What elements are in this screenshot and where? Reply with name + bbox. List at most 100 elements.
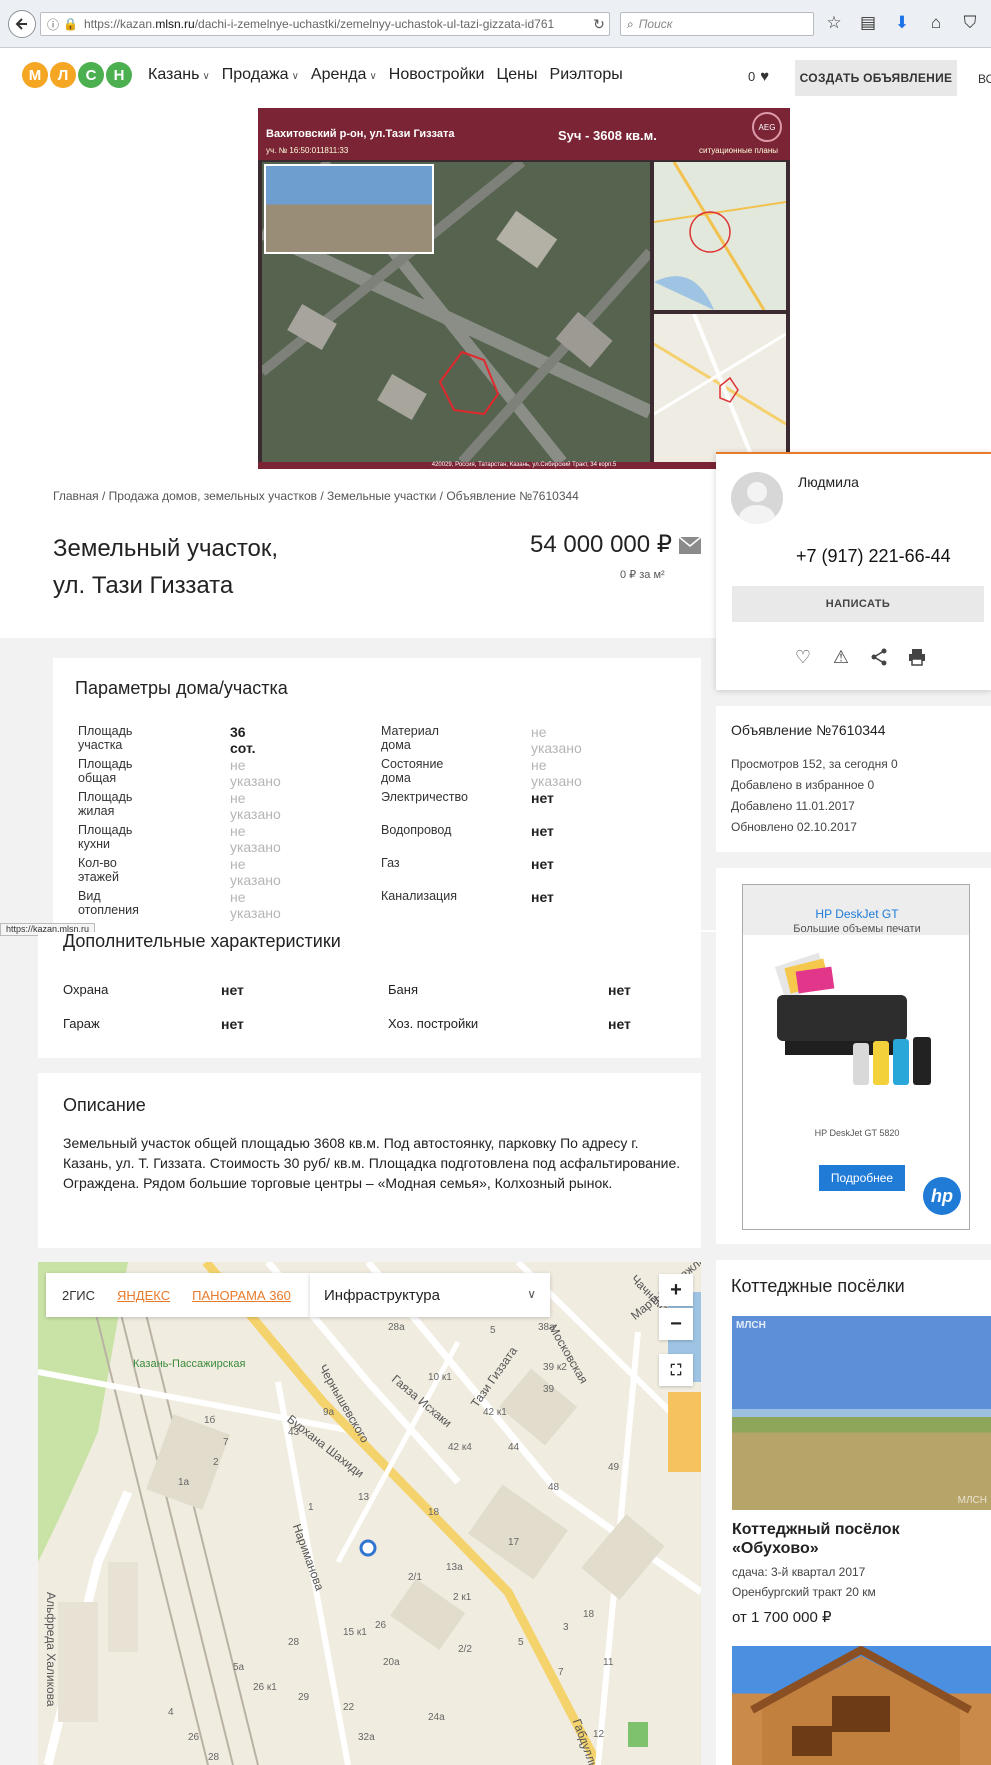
logo-letter: М xyxy=(22,62,48,88)
cottage-name[interactable]: Коттеджный посёлок «Обухово» xyxy=(732,1520,972,1558)
chevron-down-icon: ∨ xyxy=(527,1287,536,1301)
cottage-photo-2[interactable] xyxy=(732,1646,991,1765)
create-listing-button[interactable]: СОЗДАТЬ ОБЪЯВЛЕНИЕ xyxy=(795,60,957,96)
cottage-photo[interactable]: МЛСН МЛСН xyxy=(732,1316,991,1510)
nav-item-newbuilds[interactable]: Новостройки xyxy=(389,66,485,84)
heart-icon: ♥ xyxy=(760,68,770,85)
map-house-number: 26 xyxy=(375,1620,387,1631)
share-icon[interactable] xyxy=(868,646,890,668)
param-label: Площадь участка xyxy=(78,724,133,752)
map-house-number: 26 xyxy=(188,1732,200,1743)
agent-name: Людмила xyxy=(798,474,859,490)
nav-item-sale[interactable]: Продажа ∨ xyxy=(222,66,299,84)
map-house-number: 5а xyxy=(233,1662,245,1673)
params-card: Параметры дома/участка Площадь участка 36… xyxy=(53,658,701,930)
map-house-number: 12 xyxy=(593,1729,605,1740)
photo-watermark: МЛСН xyxy=(736,1320,766,1331)
search-icon: ⌕ xyxy=(627,16,634,31)
extra-label: Гараж xyxy=(63,1016,100,1031)
back-button[interactable] xyxy=(8,10,36,38)
listing-stats-card: Объявление №7610344 Просмотров 152, за с… xyxy=(716,706,991,852)
map-house-number: 48 xyxy=(548,1482,560,1493)
reload-button[interactable]: ↻ xyxy=(588,13,610,35)
address-bar[interactable]: ⓘ 🔒 https://kazan. mlsn.ru/dachi-i-zemeln… xyxy=(40,12,610,36)
hp-logo: hp xyxy=(923,1177,961,1215)
nav-item-rent[interactable]: Аренда ∨ xyxy=(311,66,377,84)
agent-phone[interactable]: +7 (917) 221-66-44 xyxy=(796,546,951,567)
param-label: Канализация xyxy=(381,889,457,903)
favorites-link[interactable]: 0 ♥ xyxy=(748,68,769,85)
ad-details-button[interactable]: Подробнее xyxy=(819,1165,905,1191)
fullscreen-icon[interactable]: ⛶ xyxy=(659,1354,693,1386)
contact-card: Людмила +7 (917) 221-66-44 НАПИСАТЬ ♡ ⚠ xyxy=(716,452,991,690)
description-card: Описание Земельный участок общей площадь… xyxy=(38,1073,701,1248)
site-logo[interactable]: М Л С Н xyxy=(22,62,132,88)
param-value: нет xyxy=(531,856,554,872)
situation-map-district xyxy=(654,314,786,462)
infrastructure-select[interactable]: Инфраструктура ∨ xyxy=(310,1273,550,1317)
home-icon[interactable]: ⌂ xyxy=(924,10,948,36)
param-label: Материал дома xyxy=(381,724,439,752)
map-house-number: 1а xyxy=(178,1477,190,1488)
param-value: не указано xyxy=(230,856,281,888)
extra-label: Баня xyxy=(388,982,418,997)
login-link[interactable]: ВО xyxy=(978,72,991,86)
report-warning-icon[interactable]: ⚠ xyxy=(830,646,852,668)
map-house-number: 5 xyxy=(490,1325,496,1336)
envelope-icon[interactable] xyxy=(679,537,701,554)
reading-list-icon[interactable]: ▤ xyxy=(856,10,880,36)
map-tab-yandex[interactable]: ЯНДЕКС xyxy=(117,1288,170,1303)
map-house-number: 28 xyxy=(208,1752,220,1763)
param-value: нет xyxy=(531,790,554,806)
map-house-number: 17 xyxy=(508,1537,520,1548)
situation-map-city xyxy=(654,162,786,310)
map-house-number: 42 к4 xyxy=(448,1442,472,1453)
nav-item-realtors[interactable]: Риэлторы xyxy=(550,66,623,84)
extra-value: нет xyxy=(608,1016,631,1032)
lock-icon: 🔒 xyxy=(63,17,78,31)
param-label: Водопровод xyxy=(381,823,452,837)
map-street-label: Альфреда Халикова xyxy=(44,1592,58,1707)
search-placeholder: Поиск xyxy=(638,17,673,31)
cottage-location: Оренбургский тракт 20 км xyxy=(732,1585,876,1599)
location-map[interactable]: Бурхана Шахиди Чернышевского Гаяза Исхаки Т… xyxy=(38,1262,701,1765)
pocket-icon[interactable]: ⛉ xyxy=(958,10,982,36)
zoom-in-button[interactable]: + xyxy=(659,1274,693,1306)
map-tab-2gis[interactable]: 2ГИС xyxy=(62,1288,95,1303)
extra-label: Хоз. постройки xyxy=(388,1016,479,1031)
map-house-number: 24а xyxy=(428,1712,445,1723)
write-message-button[interactable]: НАПИСАТЬ xyxy=(732,586,984,622)
map-house-number: 26 к1 xyxy=(253,1682,277,1693)
breadcrumb[interactable]: Главная / Продажа домов, земельных участ… xyxy=(53,489,579,503)
nav-item-city[interactable]: Казань ∨ xyxy=(148,66,210,84)
printer-image xyxy=(774,952,931,1085)
map-house-number: 2/1 xyxy=(408,1572,422,1583)
zoom-out-button[interactable]: − xyxy=(659,1308,693,1340)
map-house-number: 20а xyxy=(383,1657,400,1668)
map-house-number: 5 xyxy=(518,1637,524,1648)
map-location-marker[interactable] xyxy=(359,1539,377,1557)
download-icon[interactable]: ⬇ xyxy=(890,10,914,36)
map-house-number: 4 xyxy=(168,1707,174,1718)
ad-subtitle: Большие объемы печати xyxy=(793,923,921,935)
description-text: Земельный участок общей площадью 3608 кв… xyxy=(63,1135,681,1191)
extra-characteristics-card: Дополнительные характеристики Охрана нет Б… xyxy=(38,931,701,1058)
bookmark-star-icon[interactable]: ☆ xyxy=(822,10,846,36)
printer-ad[interactable]: HP DeskJet GT Большие объемы печати HP D… xyxy=(742,884,970,1230)
listing-id-heading: Объявление №7610344 xyxy=(731,722,886,738)
map-canvas[interactable] xyxy=(38,1262,701,1765)
listing-photo[interactable]: Вахитовский р-он, ул.Тази Гиззата Sуч - … xyxy=(258,108,790,469)
favorite-heart-icon[interactable]: ♡ xyxy=(792,646,814,668)
print-icon[interactable] xyxy=(906,646,928,668)
param-label: Площадь кухни xyxy=(78,823,133,851)
ad-panel: HP DeskJet GT Большие объемы печати HP D… xyxy=(716,868,991,1244)
nav-item-prices[interactable]: Цены xyxy=(496,66,537,84)
logo-letter: Л xyxy=(50,62,76,88)
browser-search-input[interactable]: ⌕ Поиск xyxy=(620,12,814,36)
arrow-left-icon xyxy=(15,18,27,30)
map-tab-panorama[interactable]: ПАНОРАМА 360 xyxy=(192,1288,291,1303)
map-provider-tabs: 2ГИС ЯНДЕКС ПАНОРАМА 360 xyxy=(46,1273,310,1317)
map-poi-label[interactable]: Казань-Пассажирская xyxy=(133,1358,245,1370)
extra-title: Дополнительные характеристики xyxy=(63,931,341,951)
param-label: Кол-во этажей xyxy=(78,856,119,884)
